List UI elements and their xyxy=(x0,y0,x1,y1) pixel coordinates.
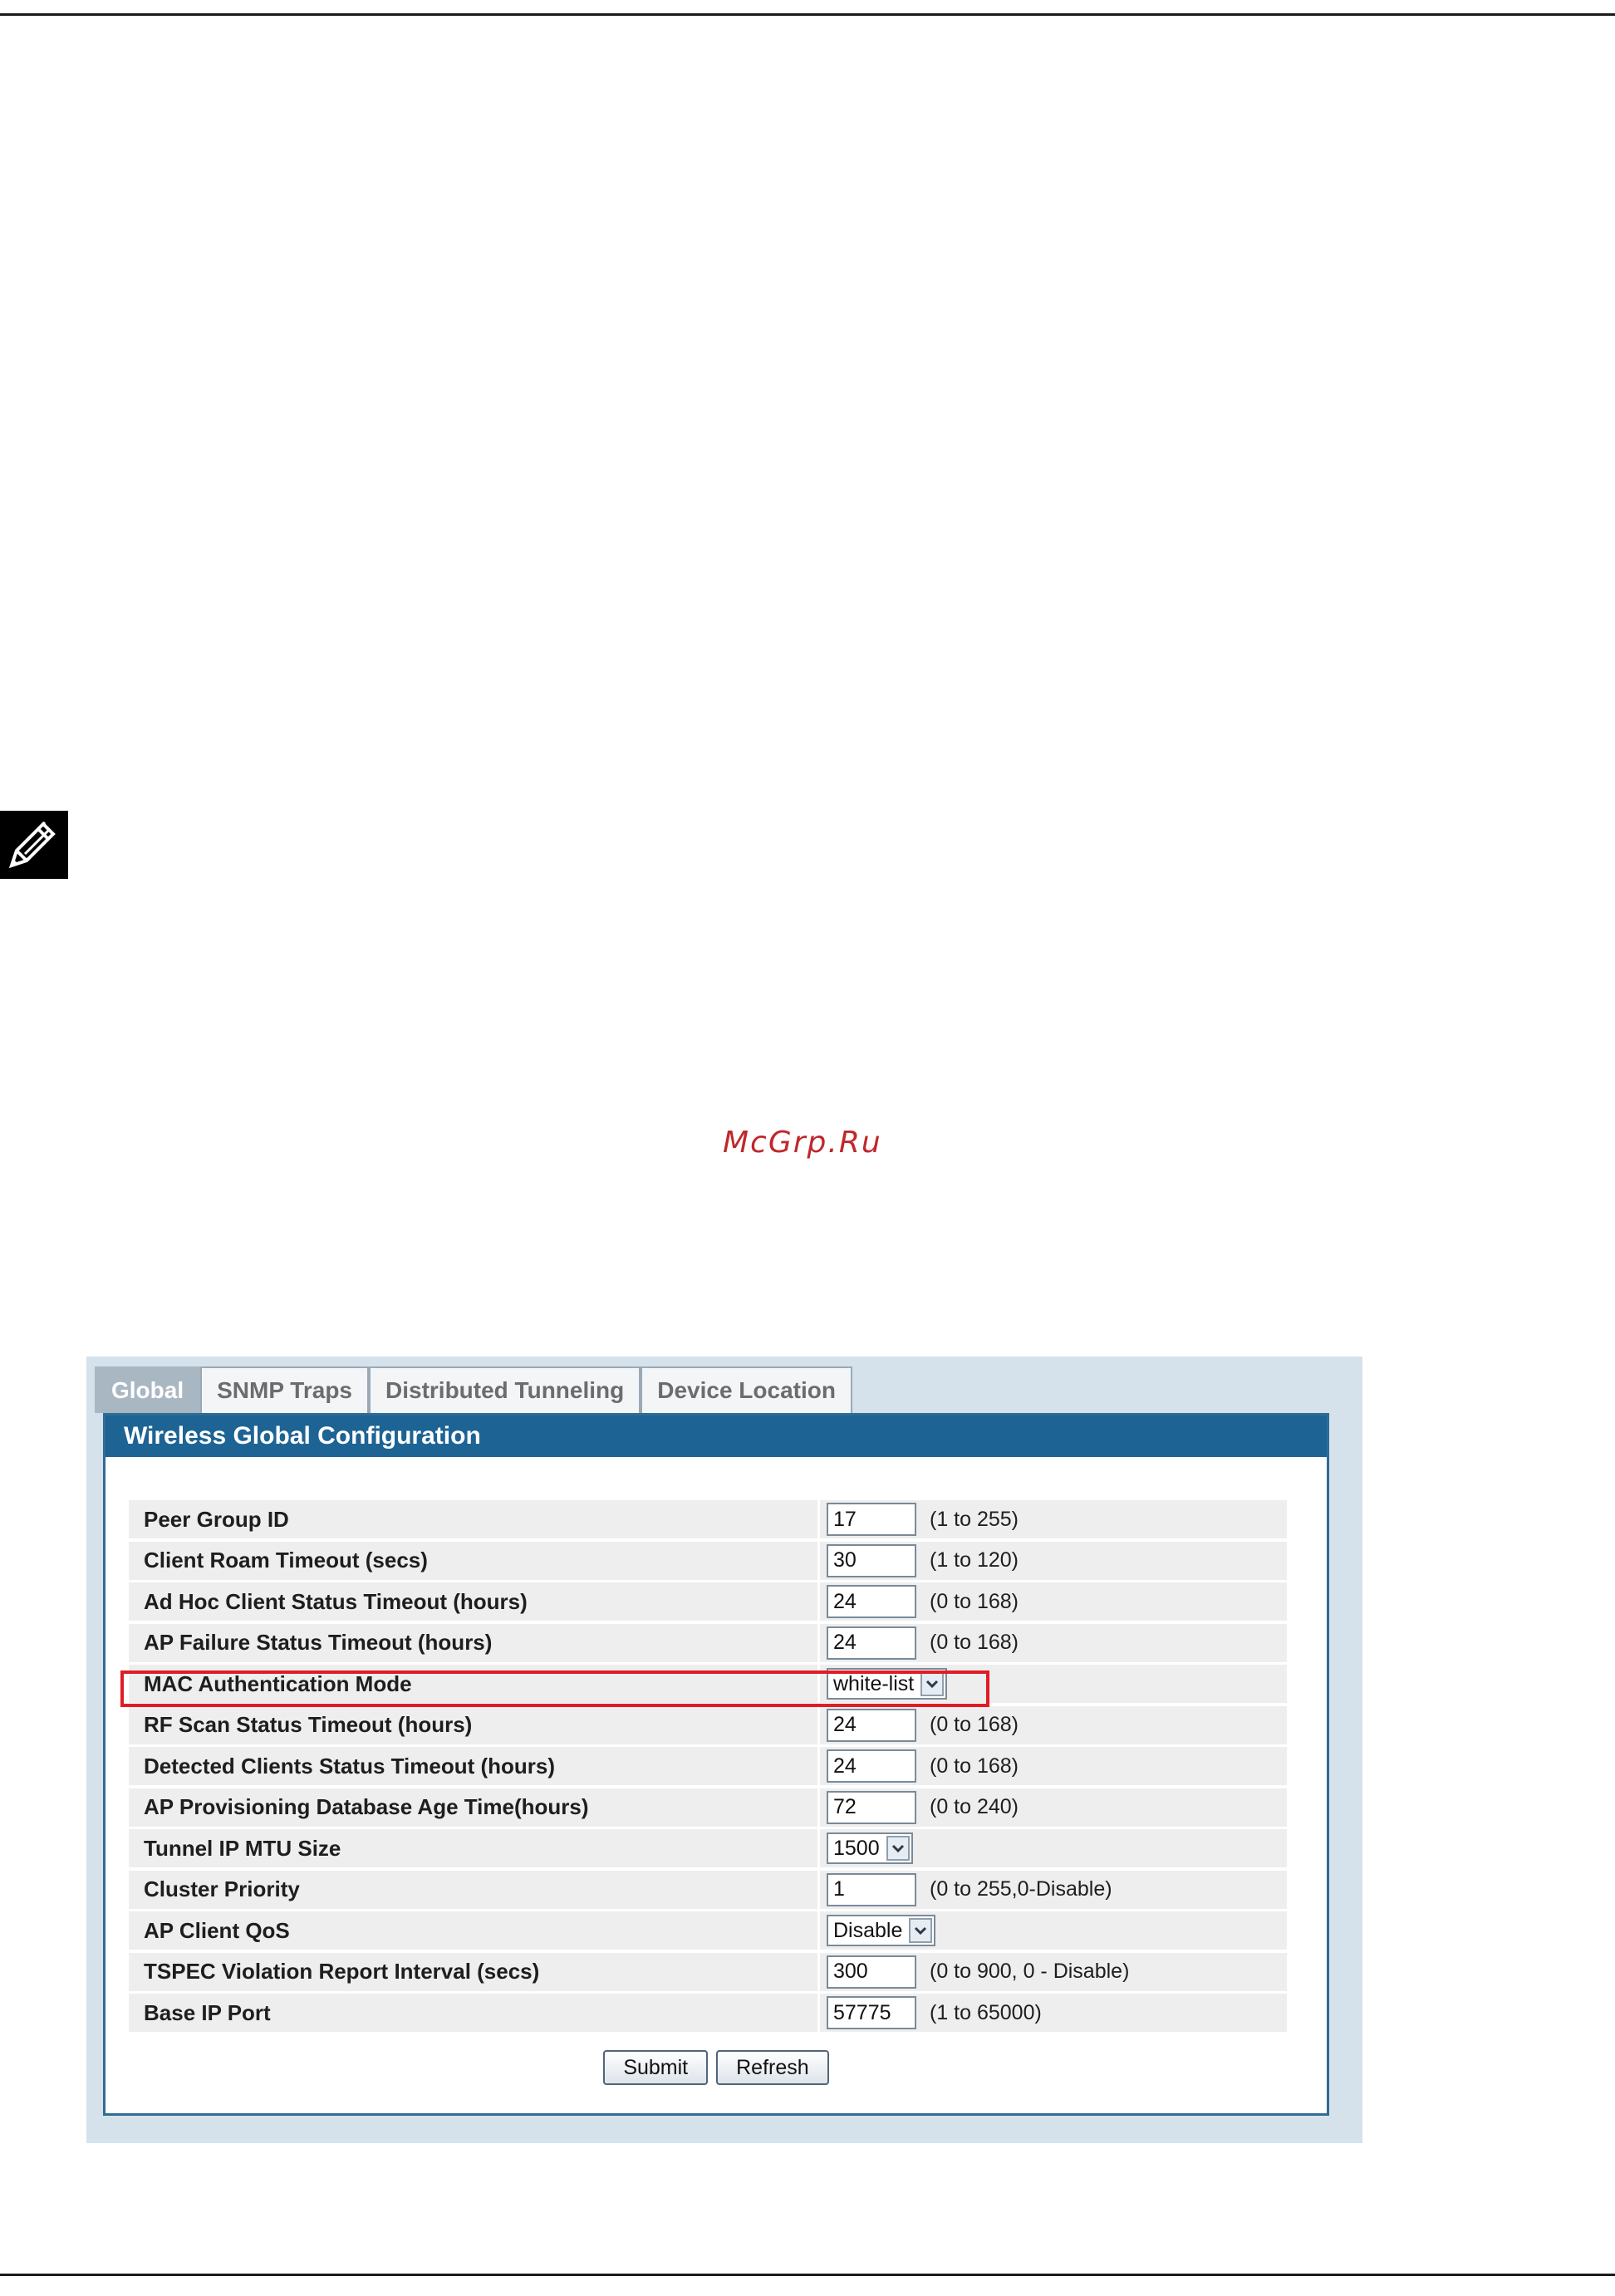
field-value-cell: (0 to 168) xyxy=(820,1582,1287,1621)
config-form: Peer Group ID (1 to 255) Client Roam Timeo… xyxy=(129,1500,1287,2035)
field-value-cell: (1 to 120) xyxy=(820,1542,1287,1580)
tab-device-location[interactable]: Device Location xyxy=(641,1366,852,1413)
tab-global[interactable]: Global xyxy=(95,1366,201,1413)
chevron-down-icon[interactable] xyxy=(886,1836,910,1861)
field-value-cell: (0 to 255,0-Disable) xyxy=(820,1871,1287,1909)
tab-distributed-tunneling[interactable]: Distributed Tunneling xyxy=(369,1366,641,1413)
field-select[interactable]: white-list xyxy=(827,1668,948,1700)
field-value-cell: (0 to 168) xyxy=(820,1706,1287,1744)
field-label: Peer Group ID xyxy=(129,1500,820,1538)
field-value-cell: (0 to 900, 0 - Disable) xyxy=(820,1953,1287,1991)
table-row: Detected Clients Status Timeout (hours) (… xyxy=(129,1747,1287,1785)
table-row: AP Failure Status Timeout (hours) (0 to 1… xyxy=(129,1623,1287,1662)
field-value-cell: (0 to 168) xyxy=(820,1747,1287,1785)
table-row: Ad Hoc Client Status Timeout (hours) (0 t… xyxy=(129,1582,1287,1621)
wireless-config-screenshot: Global SNMP Traps Distributed Tunneling Dev… xyxy=(86,1357,1362,2143)
field-label: TSPEC Violation Report Interval (secs) xyxy=(129,1952,820,1991)
field-input[interactable] xyxy=(827,1626,916,1660)
chevron-down-icon[interactable] xyxy=(920,1671,945,1696)
field-label: RF Scan Status Timeout (hours) xyxy=(129,1705,820,1744)
field-input[interactable] xyxy=(827,1708,916,1742)
panel-title: Wireless Global Configuration xyxy=(106,1415,1327,1457)
field-label: AP Client QoS xyxy=(129,1911,820,1950)
field-range-hint: (0 to 255,0-Disable) xyxy=(930,1877,1112,1901)
field-value-cell: Disable xyxy=(820,1911,1287,1950)
table-row: MAC Authentication Mode white-list xyxy=(129,1665,1287,1703)
field-input[interactable] xyxy=(827,1503,916,1536)
field-range-hint: (0 to 240) xyxy=(930,1795,1019,1818)
table-row: Base IP Port (1 to 65000) xyxy=(129,1994,1287,2032)
field-value-cell: (1 to 65000) xyxy=(820,1994,1287,2032)
select-value: 1500 xyxy=(833,1836,880,1860)
select-value: white-list xyxy=(833,1671,915,1695)
field-range-hint: (0 to 168) xyxy=(930,1631,1019,1654)
table-row: AP Provisioning Database Age Time(hours)… xyxy=(129,1788,1287,1827)
field-input[interactable] xyxy=(827,1790,916,1824)
field-value-cell: (0 to 168) xyxy=(820,1624,1287,1662)
field-range-hint: (1 to 255) xyxy=(930,1507,1019,1531)
chevron-down-icon[interactable] xyxy=(909,1918,933,1943)
field-label: AP Failure Status Timeout (hours) xyxy=(129,1623,820,1662)
config-panel: Wireless Global Configuration Peer Group… xyxy=(103,1413,1329,2116)
button-bar: Submit Refresh xyxy=(106,2050,1327,2085)
field-range-hint: (1 to 120) xyxy=(930,1548,1019,1572)
note-pencil-icon xyxy=(0,811,68,879)
field-label: MAC Authentication Mode xyxy=(129,1665,820,1703)
field-value-cell: (0 to 240) xyxy=(820,1788,1287,1827)
field-input[interactable] xyxy=(827,1872,916,1906)
field-value-cell: (1 to 255) xyxy=(820,1500,1287,1538)
table-row: Tunnel IP MTU Size 1500 xyxy=(129,1829,1287,1867)
field-range-hint: (0 to 168) xyxy=(930,1754,1019,1778)
field-range-hint: (0 to 900, 0 - Disable) xyxy=(930,1960,1130,1983)
field-label: Cluster Priority xyxy=(129,1870,820,1909)
field-label: AP Provisioning Database Age Time(hours) xyxy=(129,1788,820,1827)
field-input[interactable] xyxy=(827,1585,916,1618)
field-select[interactable]: 1500 xyxy=(827,1832,913,1864)
submit-button[interactable]: Submit xyxy=(603,2050,709,2085)
field-label: Tunnel IP MTU Size xyxy=(129,1829,820,1867)
field-range-hint: (0 to 168) xyxy=(930,1713,1019,1736)
table-row: Client Roam Timeout (secs) (1 to 120) xyxy=(129,1541,1287,1580)
top-rule xyxy=(0,13,1615,16)
field-value-cell: 1500 xyxy=(820,1829,1287,1867)
field-input[interactable] xyxy=(827,1543,916,1577)
field-input[interactable] xyxy=(827,1996,916,2029)
table-row: Cluster Priority (0 to 255,0-Disable) xyxy=(129,1870,1287,1909)
bottom-rule xyxy=(0,2274,1615,2276)
tab-snmp-traps[interactable]: SNMP Traps xyxy=(200,1366,369,1413)
select-value: Disable xyxy=(833,1918,903,1942)
field-value-cell: white-list xyxy=(820,1665,1287,1703)
refresh-button[interactable]: Refresh xyxy=(716,2050,829,2085)
field-range-hint: (0 to 168) xyxy=(930,1589,1019,1613)
table-row: RF Scan Status Timeout (hours) (0 to 168) xyxy=(129,1705,1287,1744)
field-select[interactable]: Disable xyxy=(827,1915,936,1946)
table-row: TSPEC Violation Report Interval (secs) (0… xyxy=(129,1952,1287,1991)
field-range-hint: (1 to 65000) xyxy=(930,2000,1042,2024)
watermark: McGrp.Ru xyxy=(723,1126,882,1160)
field-input[interactable] xyxy=(827,1955,916,1989)
table-row: Peer Group ID (1 to 255) xyxy=(129,1500,1287,1538)
table-row: AP Client QoS Disable xyxy=(129,1911,1287,1950)
field-label: Detected Clients Status Timeout (hours) xyxy=(129,1747,820,1785)
field-label: Ad Hoc Client Status Timeout (hours) xyxy=(129,1582,820,1621)
tab-bar: Global SNMP Traps Distributed Tunneling Dev… xyxy=(95,1366,852,1413)
field-input[interactable] xyxy=(827,1749,916,1783)
field-label: Base IP Port xyxy=(129,1994,820,2032)
field-label: Client Roam Timeout (secs) xyxy=(129,1541,820,1580)
